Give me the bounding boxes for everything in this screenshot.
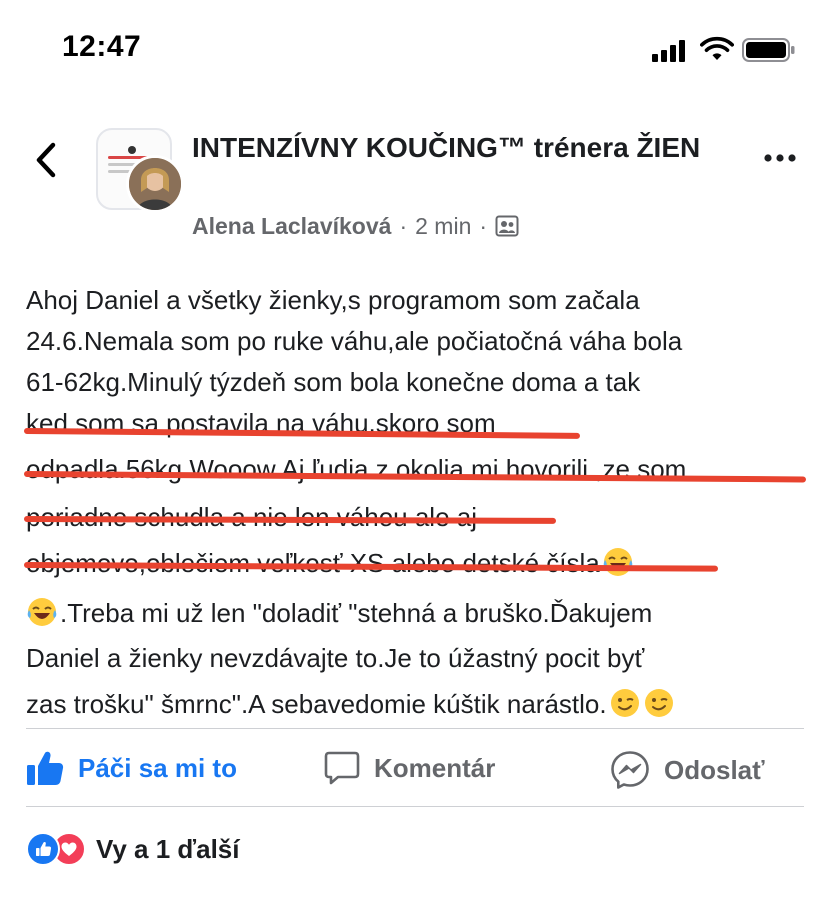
comment-button[interactable]: Komentár <box>324 750 495 786</box>
post-line: odpadla.56kg.Wooow.Aj ľudia z okolia mi … <box>26 454 687 484</box>
group-name[interactable]: INTENZÍVNY KOUČING™ trénera ŽIEN <box>192 128 712 168</box>
reactions-text: Vy a 1 ďalší <box>96 833 240 864</box>
laughing-emoji-icon <box>27 598 57 626</box>
status-bar: 12:47 <box>0 0 828 100</box>
divider <box>26 806 804 807</box>
thumbs-up-icon <box>27 751 64 785</box>
battery-icon <box>742 38 795 62</box>
post-line-with-emoji: zas trošku" šmrnc".A sebavedomie kúštik … <box>26 679 812 732</box>
like-label: Páči sa mi to <box>78 752 237 783</box>
reactions-summary[interactable]: Vy a 1 ďalší <box>26 832 239 866</box>
meta-separator-2: · <box>479 213 488 239</box>
post-line: ked som sa postavila na váhu,skoro som <box>26 408 496 438</box>
post-actions: Páči sa mi to Komentár Odoslať <box>26 730 804 808</box>
post-line-with-emoji: .Treba mi už len "doladiť "stehná a bruš… <box>26 591 812 638</box>
post-time[interactable]: 2 min <box>415 210 471 242</box>
post-meta: Alena Laclavíková · 2 min · <box>192 210 519 242</box>
like-button[interactable]: Páči sa mi to <box>26 750 237 786</box>
wifi-icon <box>700 36 734 60</box>
winking-emoji-icon <box>610 689 639 717</box>
meta-separator: · <box>399 213 408 239</box>
status-time: 12:47 <box>62 30 142 63</box>
laughing-emoji-icon <box>603 548 633 576</box>
more-options-icon[interactable] <box>762 150 798 166</box>
post-line: Ahoj Daniel a všetky žienky,s programom … <box>26 285 640 315</box>
author-name[interactable]: Alena Laclavíková <box>192 210 391 242</box>
send-label: Odoslať <box>664 754 765 785</box>
comment-bubble-icon <box>324 751 360 785</box>
members-icon <box>495 215 519 237</box>
post-line: 61-62kg.Minulý týzdeň som bola konečne d… <box>26 367 641 397</box>
post-line: Daniel a žienky nevzdávajte to.Je to úža… <box>26 643 645 673</box>
send-button[interactable]: Odoslať <box>610 750 765 790</box>
cellular-signal-icon <box>652 40 688 62</box>
post-line: 24.6.Nemala som po ruke váhu,ale počiato… <box>26 326 683 356</box>
back-arrow-icon[interactable] <box>32 140 60 180</box>
winking-emoji-icon <box>644 689 673 717</box>
post-body: Ahoj Daniel a všetky žienky,s programom … <box>26 280 812 732</box>
author-photo-icon <box>129 158 181 210</box>
like-reaction-icon <box>26 832 60 866</box>
comment-label: Komentár <box>374 752 496 783</box>
post-line-text: .Treba mi už len "doladiť "stehná a bruš… <box>60 598 653 628</box>
divider <box>26 728 804 729</box>
messenger-icon <box>611 751 649 789</box>
author-avatar[interactable] <box>126 155 184 213</box>
post-line-text: zas trošku" šmrnc".A sebavedomie kúštik … <box>26 689 607 719</box>
